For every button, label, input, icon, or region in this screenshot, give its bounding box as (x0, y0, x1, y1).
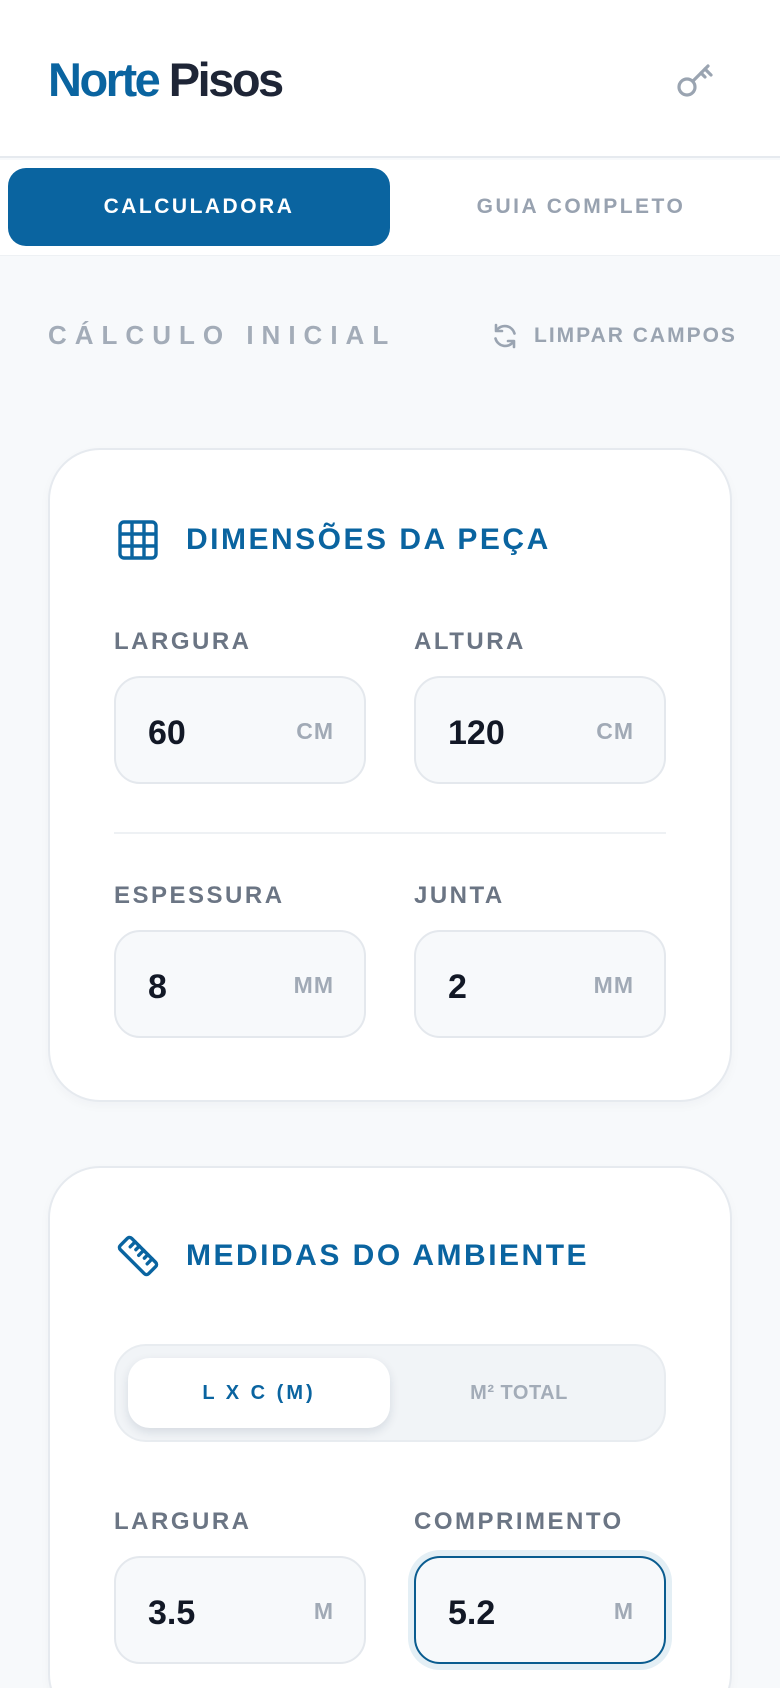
piece-thickness-unit: MM (293, 972, 334, 998)
piece-thickness-input[interactable]: 8 MM (114, 930, 366, 1038)
room-card-header: MEDIDAS DO AMBIENTE (116, 1234, 589, 1278)
piece-joint-unit: MM (593, 972, 634, 998)
piece-width-unit: CM (296, 718, 334, 744)
piece-card-header: DIMENSÕES DA PEÇA (116, 518, 551, 562)
piece-height-unit: CM (596, 718, 634, 744)
piece-height-input[interactable]: 120 CM (414, 676, 666, 784)
room-length-value: 5.2 (448, 1594, 496, 1632)
room-width-value: 3.5 (148, 1594, 196, 1632)
mode-lxc[interactable]: L X C (M) (128, 1358, 390, 1428)
room-length-unit: M (613, 1598, 634, 1624)
measure-mode-toggle: L X C (M) M² TOTAL (114, 1344, 666, 1442)
piece-width-value: 60 (148, 714, 186, 752)
piece-width-input[interactable]: 60 CM (114, 676, 366, 784)
ruler-icon (117, 1235, 159, 1277)
room-measures-card: MEDIDAS DO AMBIENTE L X C (M) M² TOTAL L… (48, 1166, 732, 1688)
brand-logo[interactable]: Norte Pisos (48, 52, 284, 107)
key-icon[interactable] (672, 56, 720, 104)
piece-dimensions-card: DIMENSÕES DA PEÇA LARGURA 60 CM ALTURA 1… (48, 448, 732, 1102)
room-length-input[interactable]: 5.2 M (414, 1556, 666, 1664)
clear-fields-label: LIMPAR CAMPOS (534, 324, 737, 347)
room-length-label: COMPRIMENTO (414, 1508, 624, 1535)
main-tabs: CALCULADORA GUIA COMPLETO (0, 160, 780, 256)
piece-divider (114, 832, 666, 834)
piece-card-title: DIMENSÕES DA PEÇA (186, 523, 551, 556)
piece-height-value: 120 (448, 714, 505, 752)
piece-width-label: LARGURA (114, 628, 252, 655)
mode-m2-total[interactable]: M² TOTAL (388, 1358, 650, 1428)
grid-icon (118, 520, 158, 560)
piece-joint-value: 2 (448, 968, 467, 1006)
room-width-input[interactable]: 3.5 M (114, 1556, 366, 1664)
brand-primary: Norte (48, 53, 161, 106)
clear-fields-button[interactable]: LIMPAR CAMPOS (490, 318, 737, 354)
room-width-label: LARGURA (114, 1508, 252, 1535)
app-header: Norte Pisos (0, 0, 780, 158)
tab-calculadora[interactable]: CALCULADORA (8, 168, 390, 246)
room-width-unit: M (313, 1598, 334, 1624)
piece-thickness-value: 8 (148, 968, 167, 1006)
room-card-title: MEDIDAS DO AMBIENTE (186, 1239, 590, 1272)
refresh-icon (494, 323, 516, 349)
piece-joint-input[interactable]: 2 MM (414, 930, 666, 1038)
piece-joint-label: JUNTA (414, 882, 505, 909)
tab-guia-completo[interactable]: GUIA COMPLETO (390, 168, 772, 246)
piece-height-label: ALTURA (414, 628, 526, 655)
piece-thickness-label: ESPESSURA (114, 882, 285, 909)
brand-secondary: Pisos (168, 53, 284, 106)
section-title: CÁLCULO INICIAL (48, 320, 397, 350)
